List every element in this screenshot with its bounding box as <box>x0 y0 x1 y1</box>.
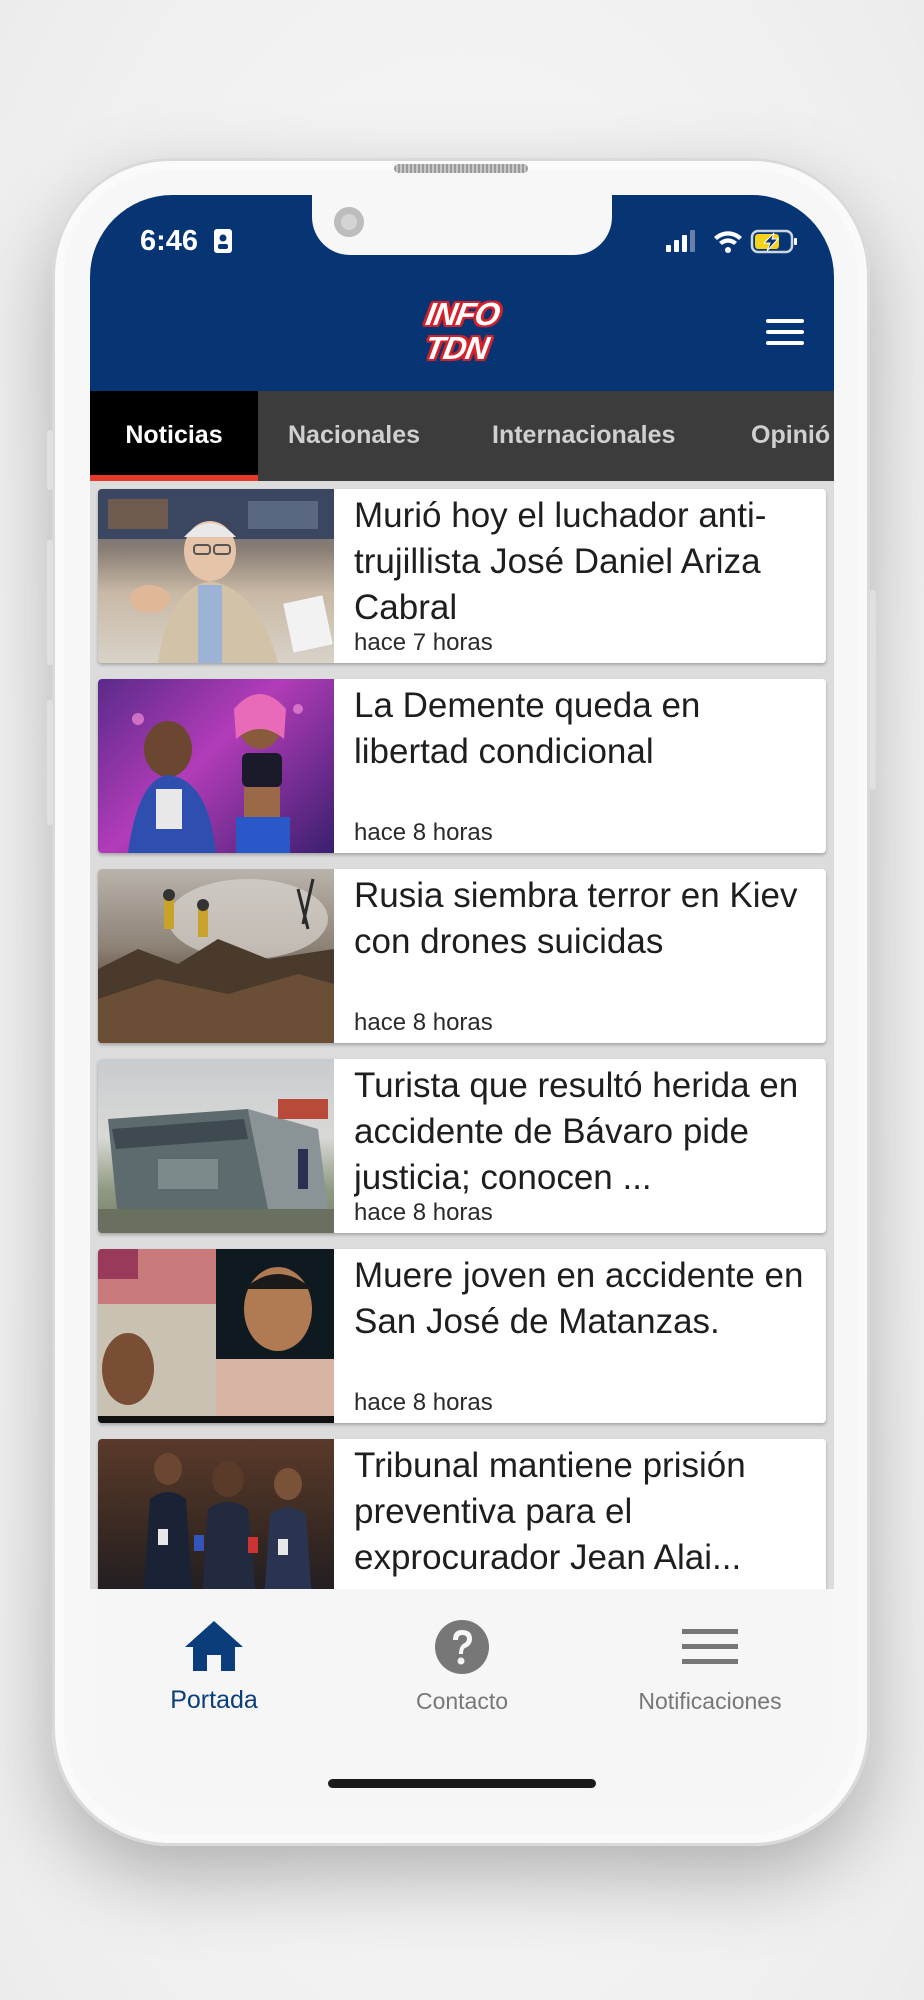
volume-down-button <box>47 700 53 825</box>
article-time: hace 8 horas <box>354 1199 493 1226</box>
article-card[interactable]: Murió hoy el luchador anti-trujillista J… <box>98 489 826 663</box>
article-time: hace 8 horas <box>354 1389 493 1416</box>
status-time: 6:46 <box>140 225 199 257</box>
article-time: hace 8 horas <box>354 819 493 846</box>
article-card[interactable]: Tribunal mantiene prisión preventiva par… <box>98 1439 826 1589</box>
article-title: Muere joven en accidente en San José de … <box>354 1256 804 1341</box>
home-icon <box>185 1621 243 1671</box>
tab-label: Opinió <box>751 421 831 449</box>
logo-line-2: TDN <box>422 330 492 366</box>
overturned-bus-photo-icon <box>98 1059 334 1233</box>
category-tabs: Noticias Nacionales Internacionales Opin… <box>90 391 834 481</box>
volume-up-button <box>47 540 53 665</box>
nav-label-portada: Portada <box>170 1686 258 1714</box>
tab-internacionales[interactable]: Internacionales <box>492 391 675 481</box>
nav-contacto[interactable]: Contacto <box>362 1619 562 1715</box>
tab-opinion[interactable]: Opinió <box>751 391 830 481</box>
article-card[interactable]: Rusia siembra terror en Kiev con drones … <box>98 869 826 1043</box>
id-card-icon <box>214 229 232 253</box>
article-title: Murió hoy el luchador anti-trujillista J… <box>354 496 767 627</box>
elderly-man-photo-icon <box>98 489 334 663</box>
home-indicator[interactable] <box>328 1779 596 1788</box>
article-card[interactable]: La Demente queda en libertad condicional… <box>98 679 826 853</box>
article-time: hace 7 horas <box>354 629 493 656</box>
app-logo: INFO TDN <box>401 296 516 373</box>
status-icons <box>666 229 797 254</box>
app-screen: 6:46 INFO TDN Noticias Nacionales Intern… <box>90 195 834 1809</box>
article-title: Turista que resultó herida en accidente … <box>354 1066 799 1197</box>
article-card[interactable]: Muere joven en accidente en San José de … <box>98 1249 826 1423</box>
nav-notificaciones[interactable]: Notificaciones <box>610 1619 810 1715</box>
nav-portada[interactable]: Portada <box>114 1619 314 1715</box>
tab-nacionales[interactable]: Nacionales <box>288 391 420 481</box>
nav-label-contacto: Contacto <box>415 1688 509 1714</box>
bottom-navigation: Portada Contacto Notificaciones <box>90 1589 834 1809</box>
help-circle-icon <box>435 1620 489 1674</box>
signal-icon <box>666 230 695 252</box>
article-time: hace 8 horas <box>354 1009 493 1036</box>
phone-speaker <box>394 164 528 173</box>
tab-label: Noticias <box>125 421 223 449</box>
article-title: Tribunal mantiene prisión preventiva par… <box>354 1446 746 1577</box>
collage-photo-icon <box>98 1249 334 1423</box>
article-title: La Demente queda en libertad condicional <box>354 686 701 771</box>
list-menu-icon <box>682 1629 738 1664</box>
tab-noticias[interactable]: Noticias <box>90 391 258 481</box>
front-camera <box>334 207 364 237</box>
nav-label-notificaciones: Notificaciones <box>638 1688 782 1714</box>
press-crowd-photo-icon <box>98 1439 334 1589</box>
tab-label: Nacionales <box>288 421 421 449</box>
artists-photo-icon <box>98 679 334 853</box>
news-feed[interactable]: Murió hoy el luchador anti-trujillista J… <box>90 481 834 1589</box>
article-card[interactable]: Turista que resultó herida en accidente … <box>98 1059 826 1233</box>
logo-line-1: INFO <box>423 296 503 332</box>
power-button <box>870 590 876 790</box>
wifi-icon <box>714 231 742 253</box>
article-title: Rusia siembra terror en Kiev con drones … <box>354 876 798 961</box>
tab-label: Internacionales <box>492 421 676 449</box>
rubble-photo-icon <box>98 869 334 1043</box>
hamburger-menu-icon[interactable] <box>766 319 804 349</box>
phone-side-button <box>47 430 53 490</box>
battery-icon <box>750 229 797 254</box>
